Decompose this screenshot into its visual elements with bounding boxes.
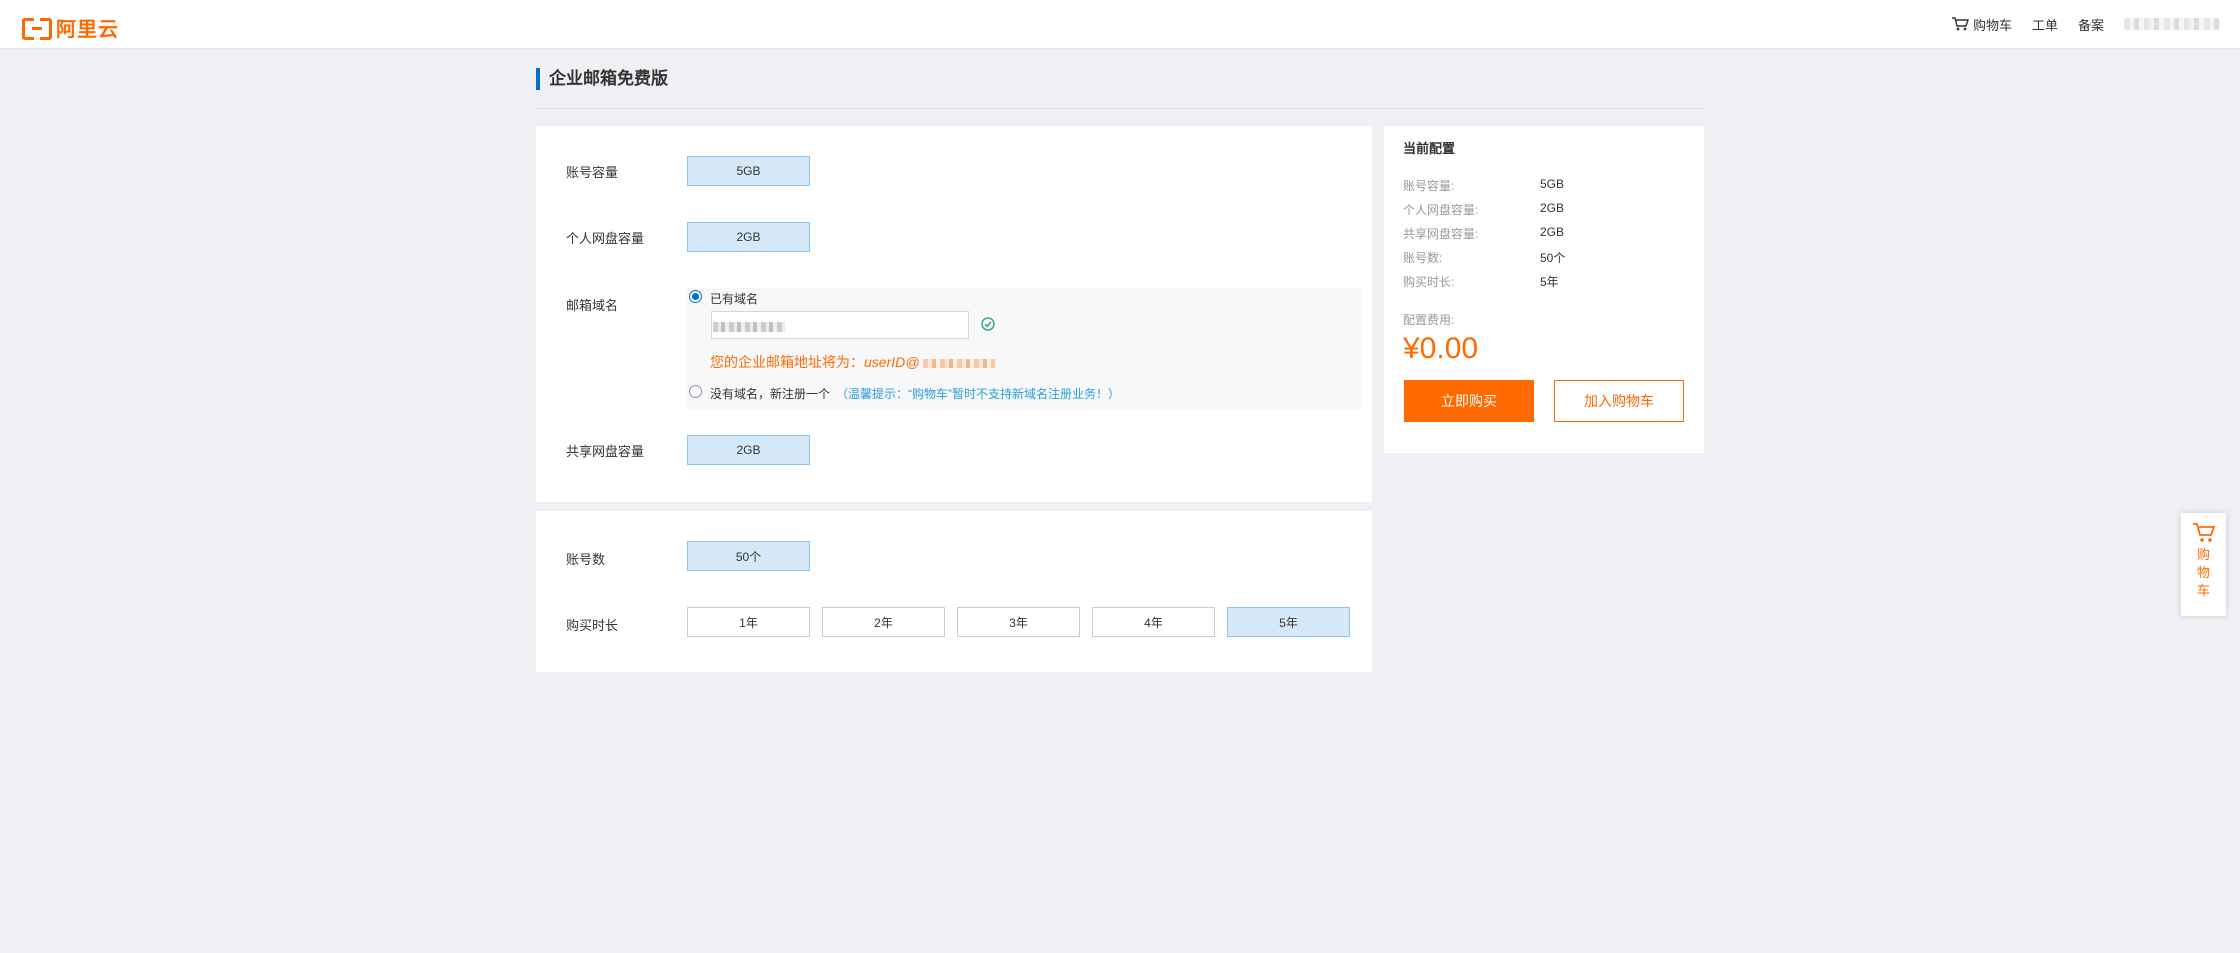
top-nav: 购物车 工单 备案 <box>1931 0 2220 48</box>
account-count-label: 账号数 <box>566 552 606 567</box>
summary-value: 5年 <box>1540 275 1559 289</box>
buy-now-button[interactable]: 立即购买 <box>1404 380 1534 422</box>
duration-option-1y[interactable]: 1年 <box>687 607 810 637</box>
radio-new-domain[interactable] <box>689 385 702 398</box>
price-value: ¥0.00 <box>1403 332 1479 365</box>
cart-icon <box>1951 17 1969 31</box>
mail-address-user: userID@ <box>864 354 920 370</box>
account-capacity-option[interactable]: 5GB <box>687 156 810 186</box>
nav-cart-label: 购物车 <box>1972 17 2012 33</box>
personal-disk-label: 个人网盘容量 <box>566 231 645 246</box>
aliyun-logo-icon <box>22 17 52 40</box>
account-capacity-label: 账号容量 <box>566 165 619 180</box>
fee-label: 配置费用: <box>1403 313 1455 327</box>
title-divider <box>536 108 1704 109</box>
duration-option-3y[interactable]: 3年 <box>957 607 1080 637</box>
shared-disk-option[interactable]: 2GB <box>687 435 810 465</box>
user-account-blurred[interactable] <box>2124 18 2220 30</box>
summary-key: 个人网盘容量: <box>1403 203 1479 217</box>
check-circle-icon <box>981 317 995 331</box>
new-domain-label: 没有域名，新注册一个 （温馨提示：“购物车”暂时不支持新域名注册业务！） <box>710 385 1120 402</box>
summary-title: 当前配置 <box>1403 141 1456 156</box>
add-to-cart-button[interactable]: 加入购物车 <box>1554 380 1684 422</box>
summary-value: 50个 <box>1540 251 1566 265</box>
mail-address-prefix: 您的企业邮箱地址将为： <box>710 354 864 370</box>
mail-domain-label: 邮箱域名 <box>566 298 619 313</box>
summary-key: 账号容量: <box>1403 179 1455 193</box>
nav-cart[interactable]: 购物车 <box>1951 15 2012 34</box>
summary-value: 2GB <box>1540 225 1565 239</box>
logo-text: 阿里云 <box>56 19 119 41</box>
personal-disk-option[interactable]: 2GB <box>687 222 810 252</box>
duration-option-4y[interactable]: 4年 <box>1092 607 1215 637</box>
shared-disk-label: 共享网盘容量 <box>566 444 645 459</box>
floating-cart-label: 购物车 <box>2196 547 2210 598</box>
summary-value: 2GB <box>1540 201 1565 215</box>
nav-ticket[interactable]: 工单 <box>2032 15 2058 34</box>
summary-key: 共享网盘容量: <box>1403 227 1479 241</box>
page-title: 企业邮箱免费版 <box>536 68 668 90</box>
domain-input-blurred-value <box>713 322 785 332</box>
top-bar: 阿里云 购物车 工单 备案 <box>0 0 2240 48</box>
summary-key: 购买时长: <box>1403 275 1455 289</box>
mail-address-blurred-domain <box>923 358 996 368</box>
duration-option-5y[interactable]: 5年 <box>1227 607 1350 637</box>
summary-key: 账号数: <box>1403 251 1443 265</box>
duration-label: 购买时长 <box>566 618 619 633</box>
duration-option-2y[interactable]: 2年 <box>822 607 945 637</box>
new-domain-hint: （温馨提示：“购物车”暂时不支持新域名注册业务！） <box>836 387 1121 401</box>
config-panel-purchase <box>536 511 1372 672</box>
existing-domain-label: 已有域名 <box>710 292 759 306</box>
account-count-option[interactable]: 50个 <box>687 541 810 571</box>
radio-existing-domain[interactable] <box>689 290 702 303</box>
nav-record[interactable]: 备案 <box>2078 15 2104 34</box>
mail-address-preview: 您的企业邮箱地址将为：userID@ <box>710 352 996 372</box>
aliyun-logo[interactable]: 阿里云 <box>22 13 119 42</box>
summary-value: 5GB <box>1540 177 1565 191</box>
new-domain-text: 没有域名，新注册一个 <box>710 387 831 401</box>
floating-cart-button[interactable]: 购物车 <box>2181 513 2226 616</box>
cart-icon <box>2192 523 2215 542</box>
